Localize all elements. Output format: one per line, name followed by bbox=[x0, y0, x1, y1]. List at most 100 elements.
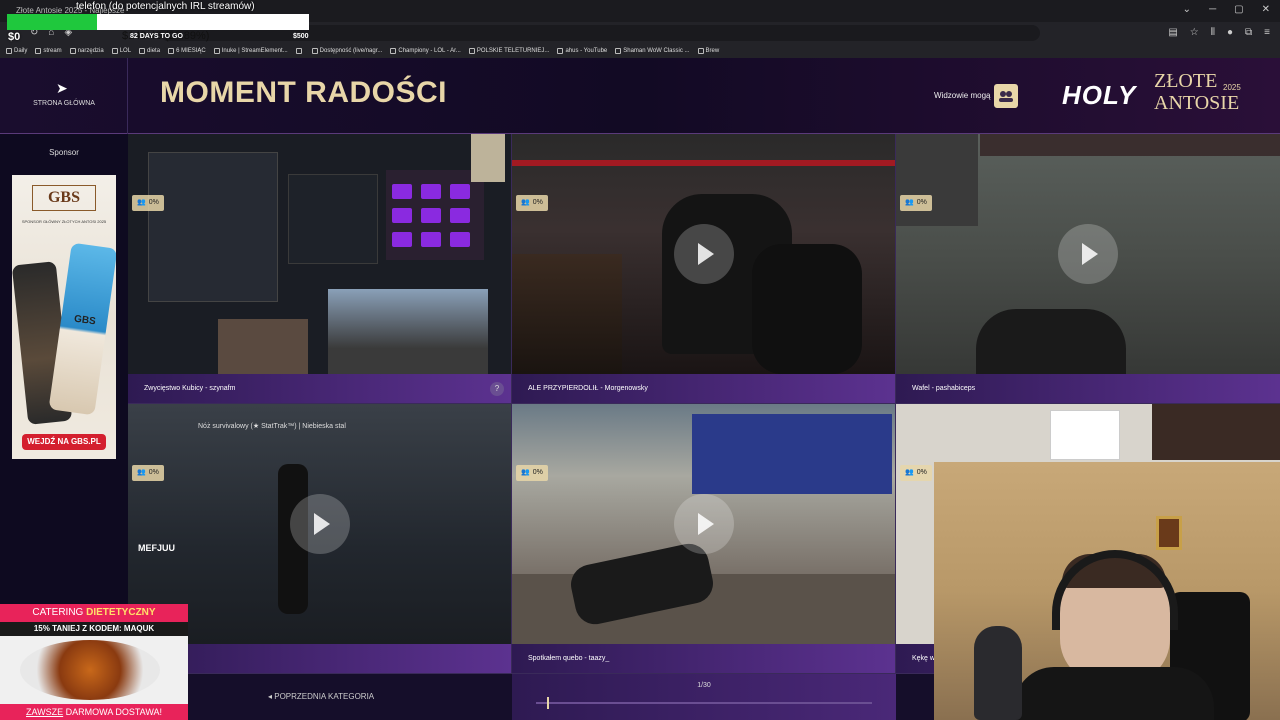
arrow-left-icon: ➤ bbox=[56, 80, 68, 96]
bookmark-item[interactable]: Shaman WoW Classic ... bbox=[615, 48, 690, 54]
users-icon: 👥 bbox=[905, 469, 914, 476]
users-icon: 👥 bbox=[905, 199, 914, 206]
maximize-icon[interactable]: ▢ bbox=[1234, 4, 1243, 15]
site-icon bbox=[468, 48, 475, 54]
category-navigation: ◂ POPRZEDNIA KATEGORIA 1/30 bbox=[128, 674, 934, 720]
bookmark-item[interactable]: ahus - YouTube bbox=[557, 48, 607, 54]
vote-percentage: 👥 0% bbox=[132, 465, 164, 481]
clip-tile[interactable]: 👥 0% Wafel - pashabiceps bbox=[896, 134, 1280, 404]
page-counter: 1/30 bbox=[697, 682, 711, 689]
play-icon[interactable] bbox=[674, 224, 734, 284]
clip-tile[interactable]: 👥 0% Zwycięstwo Kubicy - szynafm ? bbox=[128, 134, 512, 404]
bookmarks-bar: Daily stream narzędzia LOL dieta 6 MIESIĄC Inu… bbox=[0, 44, 1280, 58]
close-icon[interactable]: ✕ bbox=[1262, 4, 1270, 15]
pager: 1/30 bbox=[512, 674, 896, 720]
site-icon bbox=[168, 48, 175, 54]
folder-icon bbox=[139, 48, 146, 54]
browser-toolbar-icons: ▤ ☆ ⫴ ● ⧉ ≡ bbox=[1168, 27, 1270, 38]
bookmark-item[interactable]: narzędzia bbox=[69, 48, 104, 54]
catering-title: CATERING DIETETYCZNY bbox=[0, 604, 188, 622]
streamer-webcam bbox=[934, 462, 1280, 720]
previous-category-button[interactable]: ◂ POPRZEDNIA KATEGORIA bbox=[268, 692, 374, 701]
catering-promo-code: 15% TANIEJ Z KODEM: MAQUK bbox=[0, 622, 188, 636]
clip-title: Wafel - pashabiceps bbox=[912, 385, 976, 392]
wall-icon-picture bbox=[1156, 516, 1182, 550]
bookmark-item[interactable]: LOL bbox=[111, 48, 131, 54]
account-icon[interactable]: ● bbox=[1227, 27, 1233, 38]
goal-target: $500 bbox=[293, 33, 309, 40]
reader-icon[interactable]: ▤ bbox=[1168, 27, 1177, 38]
extensions-icon[interactable]: ⧉ bbox=[1245, 27, 1252, 38]
folder-icon bbox=[111, 48, 118, 54]
site-icon bbox=[697, 48, 704, 54]
sponsor-cta-button[interactable]: WEJDŹ NA GBS.PL bbox=[22, 434, 106, 450]
clip-caption-bar: Spotkałem quebo - taazy_ bbox=[512, 644, 895, 673]
users-icon: 👥 bbox=[521, 199, 530, 206]
viewers-label: Widzowie mogą bbox=[934, 91, 991, 100]
help-icon[interactable]: ? bbox=[490, 382, 504, 396]
bookmark-item[interactable]: Brew bbox=[697, 48, 719, 54]
folder-icon bbox=[6, 48, 12, 54]
clip-thumbnail[interactable]: 👥 0% bbox=[512, 134, 895, 374]
clip-title: Kękę w bbox=[912, 655, 935, 662]
logo-line2: ANTOSIE bbox=[1154, 92, 1240, 114]
zlote-antosie-logo: ZŁOTE ANTOSIE bbox=[1154, 70, 1239, 114]
goal-overlay: telefon (do potencjalnych IRL streamów) … bbox=[0, 0, 310, 44]
vote-percentage: 👥 0% bbox=[900, 195, 932, 211]
star-icon[interactable]: ☆ bbox=[1190, 27, 1199, 38]
minimize-icon[interactable]: ─ bbox=[1209, 4, 1216, 15]
sponsor-label: Sponsor bbox=[49, 148, 79, 157]
clip-thumbnail[interactable]: 👥 0% bbox=[896, 134, 1280, 374]
viewers-button[interactable] bbox=[994, 84, 1018, 108]
goal-progress-fill bbox=[7, 14, 98, 30]
screen: Złote Antosie 2025 - Najlepsze ⌄ ─ ▢ ✕ ↻… bbox=[0, 0, 1280, 720]
chevron-down-icon[interactable]: ⌄ bbox=[1183, 4, 1191, 15]
clip-caption-bar: Wafel - pashabiceps bbox=[896, 374, 1280, 403]
vote-percentage: 👥 0% bbox=[900, 465, 932, 481]
play-icon[interactable] bbox=[674, 494, 734, 554]
microphone bbox=[974, 626, 1022, 720]
page-progress-thumb[interactable] bbox=[547, 697, 550, 709]
clip-thumbnail[interactable]: 👥 0% bbox=[128, 134, 511, 374]
clip-thumbnail[interactable]: 👥 0% bbox=[512, 404, 895, 644]
home-button[interactable]: ➤ STRONA GŁÓWNA bbox=[0, 58, 128, 134]
bookmark-item[interactable]: Championy - LOL - Ar... bbox=[390, 48, 461, 54]
folder-icon bbox=[295, 48, 302, 54]
users-icon: 👥 bbox=[521, 469, 530, 476]
clip-tile[interactable]: 👥 0% Spotkałem quebo - taazy_ bbox=[512, 404, 896, 674]
window-controls: ⌄ ─ ▢ ✕ bbox=[1183, 4, 1270, 15]
clip-title: Spotkałem quebo - taazy_ bbox=[528, 655, 610, 662]
bookmark-item[interactable]: stream bbox=[35, 48, 62, 54]
site-header: ➤ STRONA GŁÓWNA MOMENT RADOŚCI Widzowie … bbox=[0, 58, 1280, 134]
bookmark-item[interactable]: Inuke | StreamElement... bbox=[213, 48, 288, 54]
play-icon[interactable] bbox=[1058, 224, 1118, 284]
home-label: STRONA GŁÓWNA bbox=[33, 100, 95, 107]
vote-percentage: 👥 0% bbox=[132, 195, 164, 211]
bookmark-item[interactable]: dieta bbox=[139, 48, 160, 54]
play-icon[interactable] bbox=[290, 494, 350, 554]
catering-food-image bbox=[0, 636, 188, 704]
menu-icon[interactable]: ≡ bbox=[1264, 27, 1270, 38]
sponsor-ad-text: SPONSOR GŁÓWNY ZŁOTYCH ANTOSI 2025 bbox=[21, 219, 107, 224]
users-icon: 👥 bbox=[137, 199, 146, 206]
bookmark-item[interactable] bbox=[295, 48, 304, 54]
clip-caption-bar: ALE PRZYPIERDOLIŁ - Morgenowsky bbox=[512, 374, 895, 403]
library-icon[interactable]: ⫴ bbox=[1211, 27, 1215, 38]
clip-tile[interactable]: 👥 0% ALE PRZYPIERDOLIŁ - Morgenowsky bbox=[512, 134, 896, 404]
goal-title: telefon (do potencjalnych IRL streamów) bbox=[76, 1, 255, 12]
sponsor-ad[interactable]: GBS SPONSOR GŁÓWNY ZŁOTYCH ANTOSI 2025 G… bbox=[12, 175, 116, 459]
goal-progress-bar: $149.43 (29.89%) bbox=[7, 14, 309, 42]
page-title: MOMENT RADOŚCI bbox=[160, 76, 447, 109]
users-icon bbox=[999, 91, 1013, 102]
vote-percentage: 👥 0% bbox=[516, 465, 548, 481]
site-icon bbox=[390, 48, 397, 54]
bookmark-item[interactable]: 6 MIESIĄC bbox=[168, 48, 206, 54]
site-icon bbox=[615, 48, 622, 54]
item-name: Nóż survivalowy (★ StatTrak™) | Niebiesk… bbox=[198, 423, 346, 430]
vote-percentage: 👥 0% bbox=[516, 195, 548, 211]
bookmark-item[interactable]: Daily bbox=[6, 48, 27, 54]
clip-title: Zwycięstwo Kubicy - szynafm bbox=[144, 385, 236, 392]
bookmark-item[interactable]: Dostępność (live/nagr... bbox=[311, 48, 382, 54]
page-progress-track[interactable] bbox=[536, 697, 872, 709]
bookmark-item[interactable]: POLSKIE TELETURNIEJ... bbox=[468, 48, 549, 54]
